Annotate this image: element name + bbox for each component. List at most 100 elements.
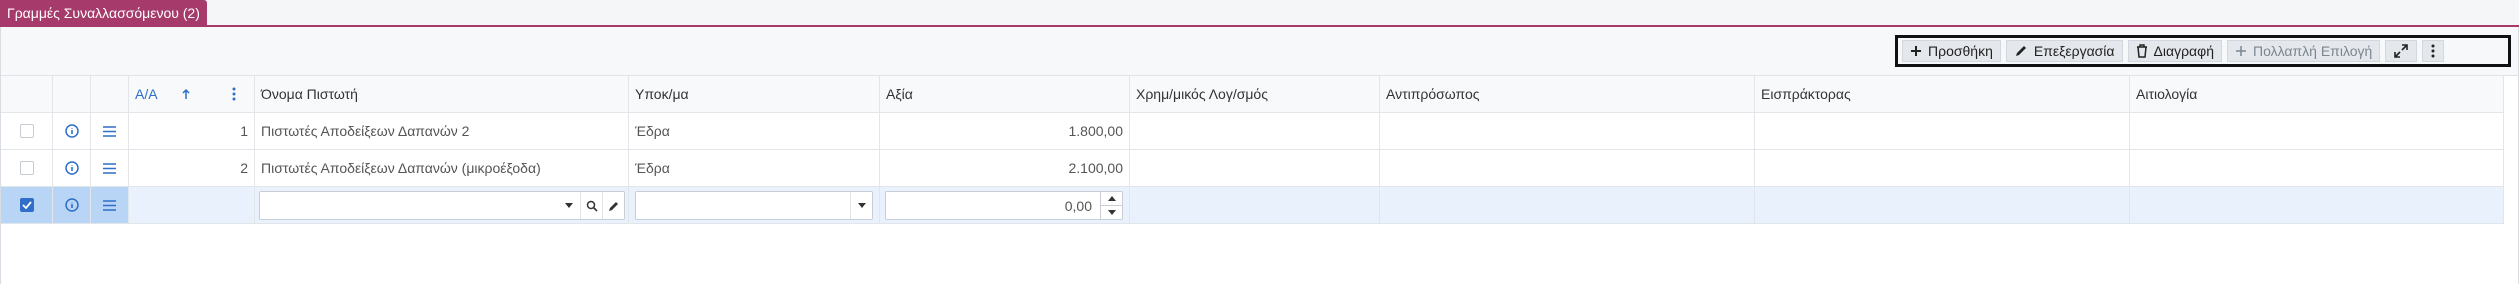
hamburger-menu-icon[interactable] [103, 162, 116, 174]
row-fin-account [1130, 113, 1380, 150]
row-select-cell [1, 113, 53, 150]
caret-up-icon [1107, 196, 1116, 201]
spinner-down-button[interactable] [1101, 205, 1122, 219]
creditor-dropdown-toggle[interactable] [558, 192, 580, 219]
row-select-cell [1, 187, 53, 224]
tab-transaction-lines[interactable]: Γραμμές Συναλλασσόμενου (2) [0, 0, 207, 26]
row-collector [1755, 113, 2130, 150]
grid-toolbar: Προσθήκη Επεξεργασία Διαγραφή Πολλαπλή Ε… [1895, 35, 2511, 67]
row-branch: Έδρα [629, 150, 880, 187]
pencil-icon [608, 201, 618, 211]
edit-button[interactable]: Επεξεργασία [2005, 40, 2123, 62]
plus-icon [2236, 46, 2246, 56]
row-checkbox[interactable] [19, 161, 34, 175]
search-icon [586, 200, 598, 212]
row-menu-cell [91, 113, 129, 150]
header-collector-label: Εισπράκτορας [1761, 86, 1851, 102]
row-collector [1755, 150, 2130, 187]
row-counterpart [1380, 113, 1755, 150]
header-aa-label: Α/Α [135, 86, 158, 102]
value-spinner[interactable] [1100, 192, 1122, 219]
lines-panel: Προσθήκη Επεξεργασία Διαγραφή Πολλαπλή Ε… [0, 27, 2519, 284]
header-branch-label: Υποκ/μα [635, 86, 689, 102]
column-menu-icon[interactable] [232, 87, 236, 101]
delete-button-label: Διαγραφή [2153, 43, 2214, 59]
header-reason[interactable]: Αιτιολογία [2130, 76, 2504, 113]
tab-strip: Γραμμές Συναλλασσόμενου (2) [0, 0, 2519, 27]
header-branch[interactable]: Υποκ/μα [629, 76, 880, 113]
creditor-lookup-input[interactable] [259, 191, 625, 220]
header-fin-account-label: Χρημ/μικός Λογ/σμός [1136, 86, 1268, 102]
caret-down-icon [857, 203, 866, 208]
row-checkbox[interactable] [19, 124, 34, 138]
sort-ascending-icon[interactable] [182, 88, 190, 100]
creditor-edit-button[interactable] [602, 192, 624, 219]
delete-button[interactable]: Διαγραφή [2127, 40, 2222, 62]
header-menu-col [91, 76, 129, 113]
toolbar-area: Προσθήκη Επεξεργασία Διαγραφή Πολλαπλή Ε… [1, 27, 2518, 76]
branch-select[interactable] [635, 191, 873, 220]
header-creditor-name-label: Όνομα Πιστωτή [261, 86, 358, 102]
value-number-input[interactable]: 0,00 [885, 191, 1123, 220]
multi-select-button-label: Πολλαπλή Επιλογή [2253, 43, 2373, 59]
info-icon[interactable] [64, 161, 79, 175]
edit-button-label: Επεξεργασία [2033, 43, 2115, 59]
pencil-icon [2015, 46, 2026, 56]
row-value: 2.100,00 [880, 150, 1130, 187]
vertical-scrollbar[interactable] [2504, 76, 2518, 284]
row-fin-account[interactable] [1130, 187, 1380, 224]
row-reason [2130, 150, 2504, 187]
info-icon[interactable] [64, 124, 79, 138]
creditor-search-button[interactable] [580, 192, 602, 219]
row-reason[interactable] [2130, 187, 2504, 224]
header-aa[interactable]: Α/Α [129, 76, 255, 113]
value-number-input-value: 0,00 [1064, 197, 1092, 214]
header-counterpart[interactable]: Αντιπρόσωπος [1380, 76, 1755, 113]
header-reason-label: Αιτιολογία [2136, 86, 2198, 102]
header-fin-account[interactable]: Χρημ/μικός Λογ/σμός [1130, 76, 1380, 113]
row-fin-account [1130, 150, 1380, 187]
trash-icon [2136, 44, 2147, 58]
caret-down-icon [1107, 210, 1116, 215]
header-counterpart-label: Αντιπρόσωπος [1386, 86, 1480, 102]
row-collector[interactable] [1755, 187, 2130, 224]
table-row[interactable]: 1 Πιστωτές Αποδείξεων Δαπανών 2 Έδρα 1.8… [1, 113, 2504, 150]
expand-button[interactable] [2385, 40, 2418, 62]
hamburger-menu-icon[interactable] [103, 125, 116, 137]
info-icon[interactable] [64, 198, 79, 212]
row-reason [2130, 113, 2504, 150]
new-row[interactable]: 0,00 [1, 187, 2504, 224]
header-collector[interactable]: Εισπράκτορας [1755, 76, 2130, 113]
row-info-cell [53, 150, 91, 187]
expand-icon [2394, 44, 2409, 58]
header-value[interactable]: Αξία [880, 76, 1130, 113]
row-creditor-name: Πιστωτές Αποδείξεων Δαπανών (μικροέξοδα) [255, 150, 629, 187]
branch-dropdown-toggle[interactable] [850, 192, 872, 219]
hamburger-menu-icon[interactable] [103, 199, 116, 211]
row-branch-edit [629, 187, 880, 224]
row-counterpart[interactable] [1380, 187, 1755, 224]
header-value-label: Αξία [886, 86, 913, 102]
caret-down-icon [565, 203, 573, 208]
kebab-menu-icon [2431, 44, 2435, 58]
multi-select-button[interactable]: Πολλαπλή Επιλογή [2227, 40, 2381, 62]
row-menu-cell [91, 187, 129, 224]
row-creditor-name-edit [255, 187, 629, 224]
add-button-label: Προσθήκη [1928, 43, 1993, 59]
spinner-up-button[interactable] [1101, 192, 1122, 205]
header-creditor-name[interactable]: Όνομα Πιστωτή [255, 76, 629, 113]
table-row[interactable]: 2 Πιστωτές Αποδείξεων Δαπανών (μικροέξοδ… [1, 150, 2504, 187]
row-info-cell [53, 113, 91, 150]
plus-icon [1911, 46, 1921, 56]
row-menu-cell [91, 150, 129, 187]
header-info-col [53, 76, 91, 113]
row-counterpart [1380, 150, 1755, 187]
grid-header-row: Α/Α Όνομα Πιστωτή Υποκ/μα Αξία Χρημ/μικό… [1, 76, 2504, 113]
add-button[interactable]: Προσθήκη [1902, 40, 2001, 62]
checkmark-icon [21, 201, 32, 209]
row-value: 1.800,00 [880, 113, 1130, 150]
row-aa: 2 [129, 150, 255, 187]
row-aa [129, 187, 255, 224]
row-checkbox-checked[interactable] [19, 198, 34, 212]
more-options-button[interactable] [2422, 40, 2445, 62]
